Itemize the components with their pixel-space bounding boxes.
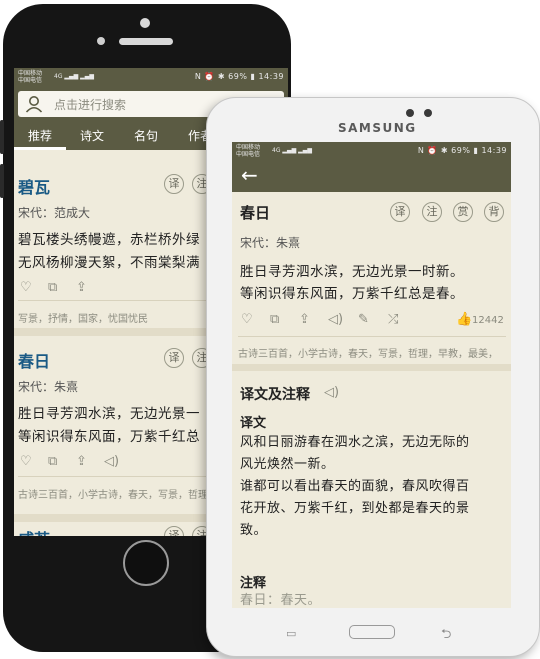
phone-volume-button	[0, 164, 4, 198]
translation-text: 风和日丽游春在泗水之滨，无边无际的 风光焕然一新。 谁都可以看出春天的面貌，春风…	[240, 432, 505, 542]
signal-icon: 4G ▂▄▆ ▂▄▆	[272, 147, 312, 154]
translate-badge[interactable]: 译	[390, 202, 410, 222]
phone-speaker	[119, 38, 173, 45]
poem-tags[interactable]: 古诗三百首，小学古诗，春天，写景，哲理，早教，最美，	[238, 345, 498, 360]
heart-icon[interactable]: ♡	[20, 454, 32, 469]
status-icons: N ⏰ ✱	[194, 72, 226, 81]
translate-badge[interactable]: 译	[164, 174, 184, 194]
battery-icon: ▮	[473, 146, 479, 155]
tablet-screen: 中国移动 中国电信 4G ▂▄▆ ▂▄▆ N ⏰ ✱ 69% ▮ 14:39 ←…	[232, 142, 511, 608]
carrier-info: 中国移动 中国电信	[18, 70, 42, 84]
like-count: 12442	[472, 315, 504, 326]
share-icon[interactable]: ⇪	[76, 454, 87, 469]
translation-line: 谁都可以看出春天的面貌，春风吹得百	[240, 479, 470, 494]
audio-icon[interactable]: ◁)	[328, 312, 343, 327]
poem-line: 碧瓦楼头绣幔遮，赤栏桥外绿	[18, 232, 200, 248]
poem-line: 胜日寻芳泗水滨，无边光景一时新。	[240, 264, 464, 280]
clock: 14:39	[258, 72, 284, 81]
speaker-icon[interactable]: ◁)	[324, 385, 339, 400]
annotate-badge[interactable]: 注	[422, 202, 442, 222]
poem-title[interactable]: 咸若	[18, 526, 50, 536]
poem-line: 等闲识得东风面，万紫千红总是春。	[240, 286, 464, 302]
note-line: 春日：春天。	[240, 593, 322, 608]
phone-volume-button	[0, 120, 4, 154]
poem-line: 胜日寻芳泗水滨，无边光景一	[18, 406, 200, 422]
menu-key[interactable]: ▭	[286, 627, 296, 640]
status-bar: 中国移动 中国电信 4G ▂▄▆ ▂▄▆ N ⏰ ✱ 69% ▮ 14:39	[232, 142, 511, 160]
edit-icon[interactable]: ✎	[358, 312, 369, 327]
divider	[238, 336, 506, 337]
share-icon[interactable]: ⇪	[299, 312, 310, 327]
user-icon	[25, 96, 43, 113]
poem-author: 宋代：范成大	[18, 206, 91, 220]
phone-camera	[140, 18, 150, 28]
recite-badge[interactable]: 背	[484, 202, 504, 222]
tab-poems[interactable]: 诗文	[80, 127, 104, 144]
shuffle-icon[interactable]: ⤮	[388, 312, 398, 327]
tablet-camera	[406, 109, 414, 117]
appreciate-badge[interactable]: 赏	[453, 202, 473, 222]
battery-level: 69%	[228, 72, 248, 81]
nav-bar: ←	[232, 160, 511, 192]
poem-title[interactable]: 碧瓦	[18, 174, 50, 198]
share-icon[interactable]: ⇪	[76, 280, 87, 295]
translate-badge[interactable]: 译	[164, 526, 184, 536]
poem-title: 春日	[240, 204, 271, 222]
translation-line: 花开放、万紫千红，到处都是春天的景	[240, 501, 470, 516]
back-arrow-icon[interactable]: ←	[241, 163, 258, 187]
search-placeholder: 点击进行搜索	[54, 98, 127, 112]
copy-icon[interactable]: ⧉	[48, 454, 57, 469]
carrier-2: 中国电信	[18, 77, 43, 84]
audio-icon[interactable]: ◁)	[104, 454, 119, 469]
tab-famous-lines[interactable]: 名句	[134, 127, 158, 144]
back-key[interactable]: ⮌	[441, 625, 451, 647]
translation-line: 风和日丽游春在泗水之滨，无边无际的	[240, 435, 470, 450]
translate-badge[interactable]: 译	[164, 348, 184, 368]
poem-line: 等闲识得东风面，万紫千红总	[18, 429, 200, 445]
thumbs-up-icon[interactable]: 👍	[456, 312, 472, 327]
signal-icon: 4G ▂▄▆ ▂▄▆	[54, 73, 94, 80]
copy-icon[interactable]: ⧉	[48, 280, 57, 295]
battery-icon: ▮	[250, 72, 256, 81]
poem-tags[interactable]: 写景，抒情，国家，忧国忧民	[18, 310, 148, 325]
battery-level: 69%	[451, 146, 471, 155]
heart-icon[interactable]: ♡	[241, 312, 253, 327]
carrier-2: 中国电信	[236, 151, 261, 158]
poem-author: 宋代：朱熹	[240, 236, 301, 250]
status-bar: 中国移动 中国电信 4G ▂▄▆ ▂▄▆ N ⏰ ✱ 69% ▮ 14:39	[14, 68, 288, 86]
tablet-sensor	[424, 109, 432, 117]
poem-title[interactable]: 春日	[18, 348, 50, 372]
brand-logo: SAMSUNG	[338, 121, 417, 135]
poem-line: 无风杨柳漫天絮，不雨棠梨满	[18, 255, 200, 271]
phone-home-button[interactable]	[123, 540, 169, 586]
translation-line: 风光焕然一新。	[240, 457, 335, 472]
heart-icon[interactable]: ♡	[20, 280, 32, 295]
status-right: N ⏰ ✱ 69% ▮ 14:39	[418, 146, 507, 155]
tablet-home-button[interactable]	[349, 625, 395, 639]
carrier-info: 中国移动 中国电信	[236, 144, 260, 158]
carrier-1: 中国移动	[18, 70, 43, 77]
copy-icon[interactable]: ⧉	[270, 312, 279, 327]
translation-heading: 译文	[240, 416, 267, 431]
clock: 14:39	[481, 146, 507, 155]
phone-sensor	[97, 37, 105, 45]
tab-recommend[interactable]: 推荐	[28, 127, 52, 144]
carrier-1: 中国移动	[236, 144, 261, 151]
card-separator	[232, 364, 511, 371]
notes-heading: 注释	[240, 576, 267, 591]
section-title: 译文及注释	[240, 387, 310, 403]
poem-author: 宋代：朱熹	[18, 380, 79, 394]
status-right: N ⏰ ✱ 69% ▮ 14:39	[195, 72, 284, 81]
status-icons: N ⏰ ✱	[417, 146, 449, 155]
poem-tags[interactable]: 古诗三百首，小学古诗，春天，写景，哲理	[18, 486, 208, 501]
translation-line: 致。	[240, 523, 268, 538]
